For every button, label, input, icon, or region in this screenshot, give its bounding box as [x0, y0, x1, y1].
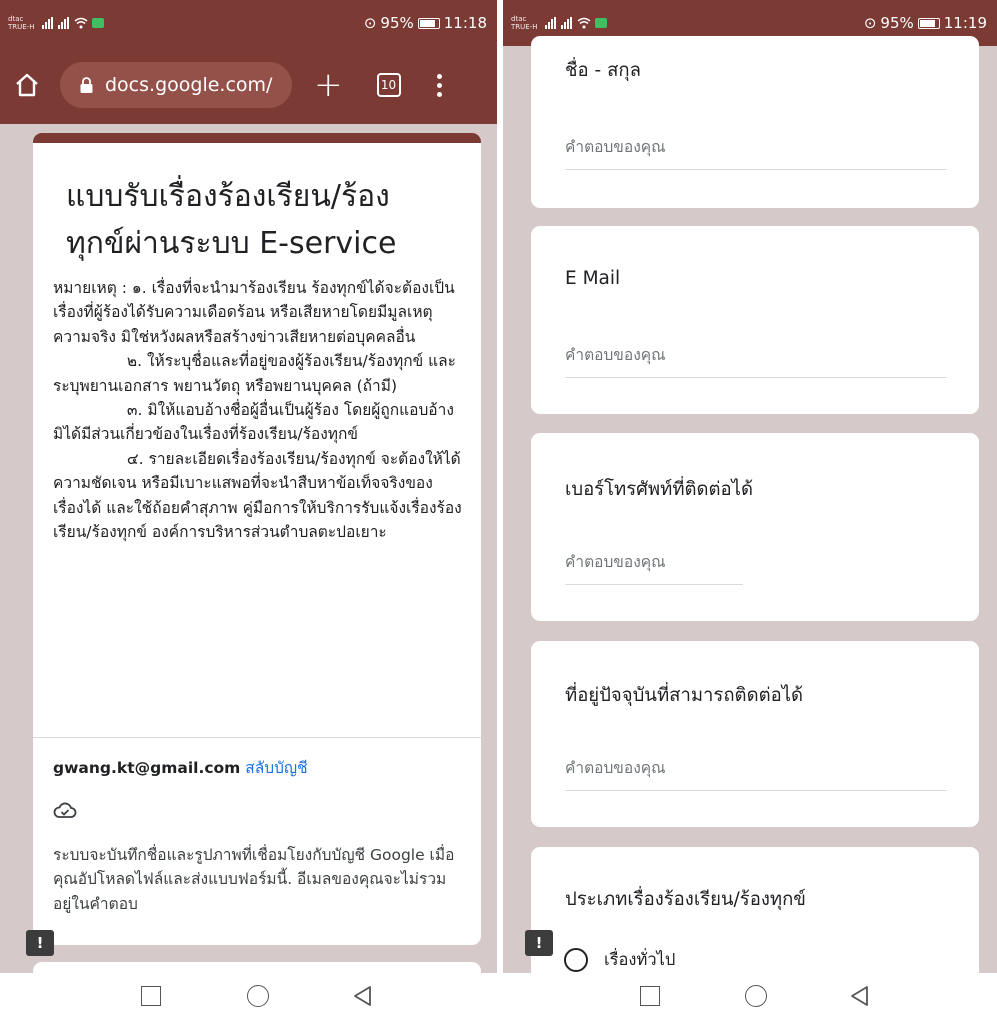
signal-icon	[545, 17, 556, 29]
name-input[interactable]: คำตอบของคุณ	[565, 134, 947, 170]
question-title: ประเภทเรื่องร้องเรียน/ร้องทุกข์	[565, 889, 806, 910]
system-nav-bar	[503, 973, 997, 1023]
battery-icon	[417, 17, 440, 29]
status-right: ⊙ 95% 11:19	[864, 14, 987, 32]
form-description: หมายเหตุ : ๑. เรื่องที่จะนำมาร้องเรียน ร…	[53, 279, 462, 542]
question-title: เบอร์โทรศัพท์ที่ติดต่อได้	[565, 479, 753, 500]
account-email: gwang.kt@gmail.com	[53, 759, 241, 777]
report-icon[interactable]: !	[26, 930, 54, 956]
divider	[33, 737, 481, 738]
question-card-email: E Mail คำตอบของคุณ	[531, 226, 979, 414]
browser-toolbar: docs.google.com/ + 10	[0, 46, 497, 124]
nav-home-icon[interactable]	[247, 985, 269, 1007]
battery-percent: 95%	[380, 14, 414, 32]
clock: 11:18	[443, 14, 487, 32]
form-header-card: แบบรับเรื่องร้องเรียน/ร้องทุกข์ผ่านระบบ …	[33, 133, 481, 945]
question-card-phone: เบอร์โทรศัพท์ที่ติดต่อได้ คำตอบของคุณ	[531, 433, 979, 621]
nav-back-icon[interactable]	[352, 985, 372, 1007]
notification-badge-icon	[92, 18, 104, 28]
email-input[interactable]: คำตอบของคุณ	[565, 342, 947, 378]
account-row: gwang.kt@gmail.com สลับบัญชี	[53, 755, 308, 780]
address-bar[interactable]: docs.google.com/	[60, 62, 292, 108]
privacy-notice: ระบบจะบันทึกชื่อและรูปภาพที่เชื่อมโยงกับ…	[53, 846, 455, 913]
switch-account-link[interactable]: สลับบัญชี	[245, 759, 307, 777]
screenshot-left: dtac TRUE-H ⊙ 95% 11:18 docs.google.com/…	[0, 0, 497, 1023]
status-bar: dtac TRUE-H ⊙ 95% 11:18	[0, 0, 497, 46]
eye-comfort-icon: ⊙	[363, 14, 377, 32]
signal-icon-2	[58, 17, 69, 29]
question-title: ชื่อ - สกุล	[565, 60, 641, 81]
radio-option[interactable]: เรื่องทั่วไป	[564, 947, 675, 973]
phone-input[interactable]: คำตอบของคุณ	[565, 549, 743, 585]
carrier-label: dtac TRUE-H	[511, 15, 538, 31]
status-right: ⊙ 95% 11:18	[364, 14, 487, 32]
radio-label: เรื่องทั่วไป	[604, 950, 676, 969]
wifi-icon	[577, 17, 591, 29]
home-icon[interactable]	[14, 72, 40, 98]
question-title: ที่อยู่ปัจจุบันที่สามารถติดต่อได้	[565, 685, 804, 706]
tab-switcher-icon[interactable]: 10	[376, 73, 401, 97]
signal-icon-2	[561, 17, 572, 29]
plus-icon[interactable]: +	[314, 68, 343, 102]
address-input[interactable]: คำตอบของคุณ	[565, 755, 947, 791]
eye-comfort-icon: ⊙	[863, 14, 877, 32]
url-text: docs.google.com/	[105, 74, 273, 96]
clock: 11:19	[943, 14, 987, 32]
notification-badge-icon	[595, 18, 607, 28]
battery-percent: 95%	[880, 14, 914, 32]
nav-recent-icon[interactable]	[640, 986, 660, 1006]
nav-recent-icon[interactable]	[141, 986, 161, 1006]
signal-icon	[42, 17, 53, 29]
question-card-name: ชื่อ - สกุล คำตอบของคุณ	[531, 36, 979, 208]
wifi-icon	[74, 17, 88, 29]
cloud-icon	[53, 802, 77, 818]
radio-button[interactable]	[564, 948, 588, 972]
screenshot-right: dtac TRUE-H ⊙ 95% 11:19 ชื่อ - สกุล คำตอ…	[503, 0, 997, 1023]
question-title: E Mail	[565, 268, 621, 289]
menu-icon[interactable]	[436, 73, 442, 97]
report-icon[interactable]: !	[525, 930, 553, 956]
question-card-address: ที่อยู่ปัจจุบันที่สามารถติดต่อได้ คำตอบข…	[531, 641, 979, 827]
system-nav-bar	[0, 973, 497, 1023]
nav-home-icon[interactable]	[745, 985, 767, 1007]
nav-back-icon[interactable]	[849, 985, 869, 1007]
form-title: แบบรับเรื่องร้องเรียน/ร้องทุกข์ผ่านระบบ …	[66, 179, 397, 261]
battery-icon	[917, 17, 940, 29]
carrier-label: dtac TRUE-H	[8, 15, 35, 31]
lock-icon	[80, 77, 93, 93]
